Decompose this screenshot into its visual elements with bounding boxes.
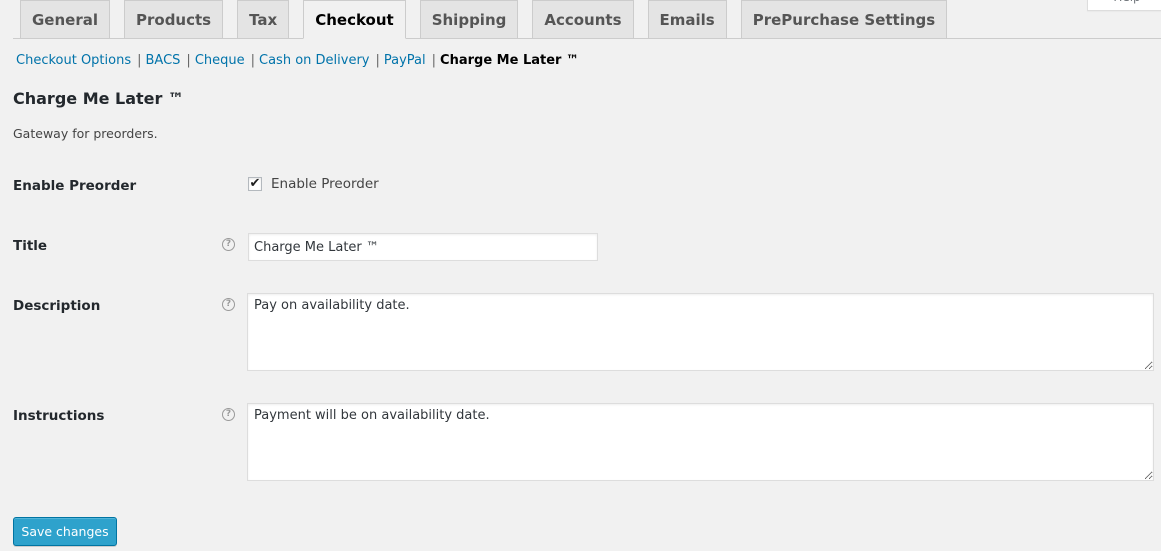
help-icon[interactable]: ?: [222, 238, 235, 251]
subnav-cash-on-delivery[interactable]: Cash on Delivery: [259, 53, 369, 68]
checkout-subnav: Checkout Options | BACS | Cheque | Cash on Del…: [16, 52, 579, 69]
gateway-description: Gateway for preorders.: [13, 126, 158, 141]
tab-checkout[interactable]: Checkout: [303, 0, 406, 39]
tab-prepurchase-settings[interactable]: PrePurchase Settings: [740, 0, 948, 38]
help-icon[interactable]: ?: [222, 408, 235, 421]
tab-general[interactable]: General: [20, 0, 110, 38]
subnav-cheque[interactable]: Cheque: [195, 53, 245, 68]
subnav-paypal[interactable]: PayPal: [384, 53, 426, 68]
subnav-separator: |: [186, 53, 191, 68]
save-changes-button[interactable]: Save changes: [13, 517, 117, 546]
tab-tax[interactable]: Tax: [237, 0, 290, 38]
help-icon[interactable]: ?: [222, 298, 235, 311]
subnav-separator: |: [250, 53, 256, 68]
subnav-separator: |: [375, 53, 380, 68]
subnav-separator: |: [431, 53, 437, 68]
description-label: Description: [13, 298, 101, 314]
instructions-textarea[interactable]: Payment will be on availability date.: [247, 403, 1154, 481]
subnav-bacs[interactable]: BACS: [146, 53, 181, 68]
subnav-current-charge-me-later: Charge Me Later ™: [440, 53, 579, 68]
instructions-label: Instructions: [13, 408, 105, 424]
tab-accounts[interactable]: Accounts: [532, 0, 634, 38]
enable-preorder-checkbox-label[interactable]: Enable Preorder: [271, 176, 379, 192]
enable-preorder-checkbox[interactable]: ✔: [248, 177, 262, 191]
description-textarea[interactable]: Pay on availability date.: [247, 293, 1154, 371]
title-label: Title: [13, 238, 48, 254]
tab-emails[interactable]: Emails: [647, 0, 727, 38]
tab-shipping[interactable]: Shipping: [419, 0, 519, 38]
title-input[interactable]: [248, 233, 598, 261]
page-title: Charge Me Later ™: [13, 89, 184, 108]
enable-preorder-label: Enable Preorder: [13, 178, 137, 194]
tab-products[interactable]: Products: [124, 0, 224, 38]
settings-tabs: General Products Tax Checkout Shipping A…: [13, 0, 1161, 39]
subnav-checkout-options[interactable]: Checkout Options: [16, 53, 131, 68]
subnav-separator: |: [137, 53, 142, 68]
